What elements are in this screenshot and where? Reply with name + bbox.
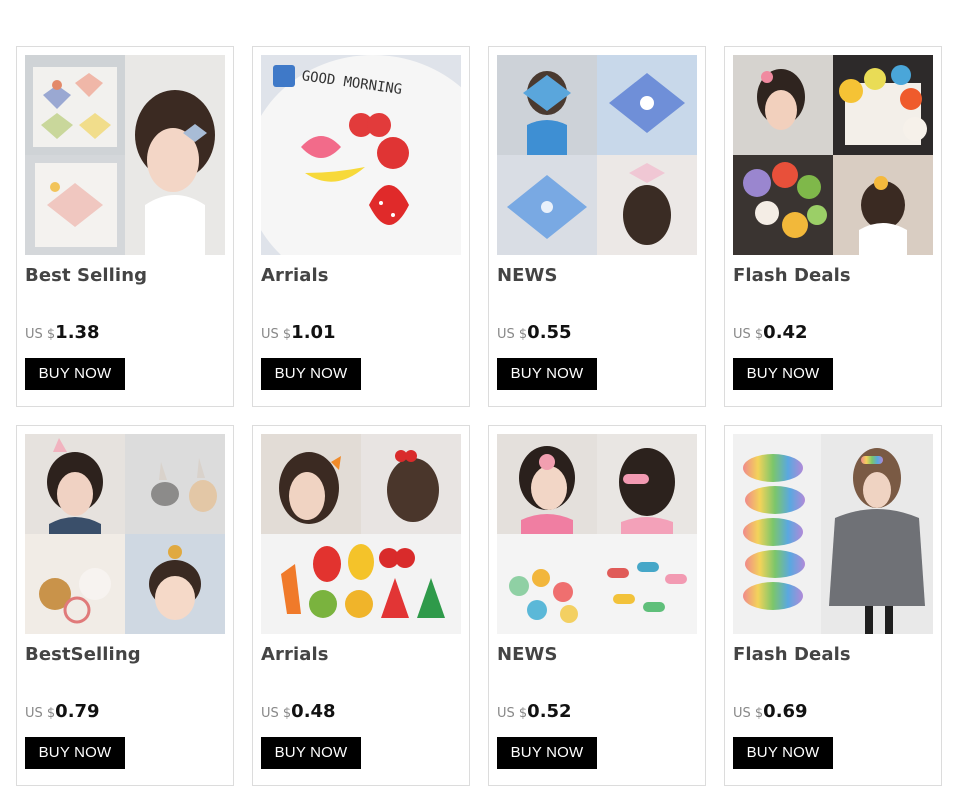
buy-now-button[interactable]: BUY NOW [497, 358, 597, 390]
buy-now-button[interactable]: BUY NOW [25, 358, 125, 390]
price-amount: 0.52 [527, 701, 572, 722]
currency-label: US $ [261, 327, 292, 342]
product-card[interactable]: GOOD MORNING Arrials US $1.01 BUY NOW [252, 46, 470, 407]
product-image[interactable] [733, 55, 933, 255]
product-price: US $0.79 [25, 701, 100, 725]
price-amount: 1.38 [55, 322, 100, 343]
product-title[interactable]: NEWS [497, 644, 558, 665]
product-price: US $0.55 [497, 322, 572, 346]
product-title[interactable]: Arrials [261, 265, 329, 286]
product-card[interactable]: BestSelling US $0.79 BUY NOW [16, 425, 234, 786]
product-card[interactable]: NEWS US $0.52 BUY NOW [488, 425, 706, 786]
price-amount: 0.48 [291, 701, 336, 722]
product-image[interactable] [733, 434, 933, 634]
product-image[interactable] [497, 55, 697, 255]
product-card[interactable]: Arrials US $0.48 BUY NOW [252, 425, 470, 786]
product-title[interactable]: Arrials [261, 644, 329, 665]
buy-now-button[interactable]: BUY NOW [261, 737, 361, 769]
product-title[interactable]: NEWS [497, 265, 558, 286]
currency-label: US $ [497, 706, 528, 721]
currency-label: US $ [25, 327, 56, 342]
product-price: US $0.42 [733, 322, 808, 346]
product-card[interactable]: NEWS US $0.55 BUY NOW [488, 46, 706, 407]
buy-now-button[interactable]: BUY NOW [261, 358, 361, 390]
product-price: US $0.69 [733, 701, 808, 725]
currency-label: US $ [261, 706, 292, 721]
product-image[interactable] [25, 434, 225, 634]
product-image[interactable] [25, 55, 225, 255]
price-amount: 0.69 [763, 701, 808, 722]
product-card[interactable]: Flash Deals US $0.42 BUY NOW [724, 46, 942, 407]
product-card[interactable]: Best Selling US $1.38 BUY NOW [16, 46, 234, 407]
price-amount: 0.55 [527, 322, 572, 343]
currency-label: US $ [25, 706, 56, 721]
currency-label: US $ [497, 327, 528, 342]
product-image[interactable]: GOOD MORNING [261, 55, 461, 255]
buy-now-button[interactable]: BUY NOW [25, 737, 125, 769]
buy-now-button[interactable]: BUY NOW [497, 737, 597, 769]
product-price: US $0.48 [261, 701, 336, 725]
buy-now-button[interactable]: BUY NOW [733, 737, 833, 769]
product-title[interactable]: Best Selling [25, 265, 147, 286]
price-amount: 1.01 [291, 322, 336, 343]
price-amount: 0.42 [763, 322, 808, 343]
product-card[interactable]: Flash Deals US $0.69 BUY NOW [724, 425, 942, 786]
product-price: US $1.38 [25, 322, 100, 346]
product-price: US $0.52 [497, 701, 572, 725]
product-grid: Best Selling US $1.38 BUY NOW GOOD MORNI… [16, 46, 942, 786]
currency-label: US $ [733, 706, 764, 721]
product-title[interactable]: Flash Deals [733, 644, 851, 665]
product-image[interactable] [497, 434, 697, 634]
price-amount: 0.79 [55, 701, 100, 722]
currency-label: US $ [733, 327, 764, 342]
product-title[interactable]: BestSelling [25, 644, 141, 665]
product-image[interactable] [261, 434, 461, 634]
product-price: US $1.01 [261, 322, 336, 346]
buy-now-button[interactable]: BUY NOW [733, 358, 833, 390]
product-title[interactable]: Flash Deals [733, 265, 851, 286]
